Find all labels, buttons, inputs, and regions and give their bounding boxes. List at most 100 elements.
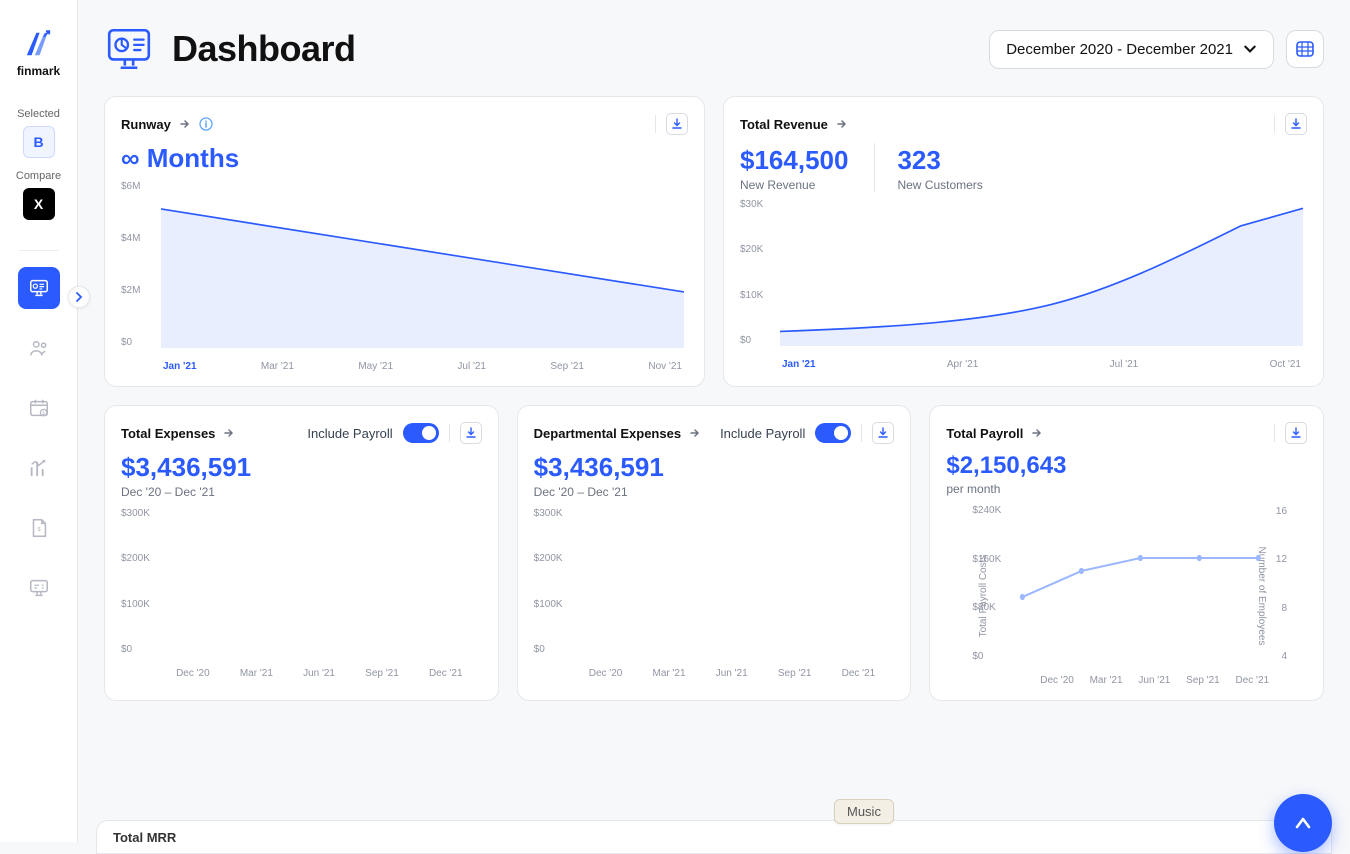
expenses-title-wrap[interactable]: Total Expenses (121, 426, 235, 441)
download-icon (671, 118, 683, 130)
sidebar-item-reports[interactable] (18, 447, 60, 489)
dept-title-wrap[interactable]: Departmental Expenses (534, 426, 701, 441)
sidebar-expand-button[interactable] (68, 286, 90, 308)
people-icon (28, 337, 50, 359)
page-header: Dashboard December 2020 - December 2021 (104, 24, 1324, 74)
include-payroll-toggle[interactable] (815, 423, 851, 443)
payroll-left-axis-title: Total Payroll Costs (978, 555, 989, 638)
sidebar-item-dashboard[interactable] (18, 267, 60, 309)
dept-chart: $300K $200K $100K $0 Dec '20 Mar '21 Jun… (534, 509, 895, 679)
expenses-y-axis: $300K $200K $100K $0 (121, 509, 150, 655)
runway-title-wrap[interactable]: Runway (121, 117, 213, 132)
sidebar-item-people[interactable] (18, 327, 60, 369)
sidebar-item-calendar[interactable]: $ (18, 387, 60, 429)
dashboard-monitor-icon (28, 277, 50, 299)
brand-name: finmark (17, 64, 60, 78)
download-icon (1290, 118, 1302, 130)
card-total-payroll: Total Payroll $2,150,643 per month $240K… (929, 405, 1324, 701)
revenue-kpi1-label: New Revenue (740, 178, 848, 192)
runway-title: Runway (121, 117, 171, 132)
scenario-compare-chip[interactable]: X (23, 188, 55, 220)
brand-logo: finmark (17, 28, 60, 78)
arrow-right-icon (1031, 427, 1043, 439)
payroll-title-wrap[interactable]: Total Payroll (946, 426, 1043, 441)
fab-button[interactable] (1274, 794, 1332, 852)
runway-line-icon (161, 182, 684, 348)
revenue-y-axis: $30K $20K $10K $0 (740, 200, 763, 346)
expenses-bars (161, 509, 478, 655)
calendar-grid-button[interactable] (1286, 30, 1324, 68)
date-range-button[interactable]: December 2020 - December 2021 (989, 30, 1274, 69)
sidebar-compare-label: Compare (16, 170, 61, 182)
download-button[interactable] (1285, 113, 1307, 135)
revenue-title-wrap[interactable]: Total Revenue (740, 117, 848, 132)
music-tooltip: Music (834, 799, 894, 824)
dept-x-axis: Dec '20 Mar '21 Jun '21 Sep '21 Dec '21 (574, 668, 891, 679)
download-button[interactable] (872, 422, 894, 444)
date-range-text: December 2020 - December 2021 (1006, 41, 1233, 58)
row-top: Runway ∞ Months $6M $4M $2M $0 (104, 96, 1324, 387)
scenario-selected-chip[interactable]: B (23, 126, 55, 158)
download-button[interactable] (460, 422, 482, 444)
expenses-title: Total Expenses (121, 426, 215, 441)
runway-y-axis: $6M $4M $2M $0 (121, 182, 140, 348)
expenses-subtitle: Dec '20 – Dec '21 (121, 485, 482, 499)
expenses-value: $3,436,591 (121, 452, 482, 483)
dept-title: Departmental Expenses (534, 426, 681, 441)
expenses-x-axis: Dec '20 Mar '21 Jun '21 Sep '21 Dec '21 (161, 668, 478, 679)
separator (861, 424, 862, 442)
revenue-x-axis: Jan '21 Apr '21 Jul '21 Oct '21 (780, 359, 1303, 370)
include-payroll-toggle[interactable] (403, 423, 439, 443)
payroll-x-axis: Dec '20 Mar '21 Jun '21 Sep '21 Dec '21 (1032, 675, 1277, 686)
revenue-chart: $30K $20K $10K $0 Jan '21 Apr '21 Jul '2… (740, 200, 1307, 370)
download-icon (877, 427, 889, 439)
chevron-down-icon (1243, 42, 1257, 56)
separator (449, 424, 450, 442)
sidebar: finmark Selected B Compare X $ $ (0, 0, 78, 842)
title-area: Dashboard (104, 24, 356, 74)
download-icon (1290, 427, 1302, 439)
svg-text:$: $ (37, 527, 40, 533)
card-total-expenses: Total Expenses Include Payroll $3,436,59… (104, 405, 499, 701)
separator (655, 115, 656, 133)
dashboard-title-icon (104, 24, 154, 74)
card-runway: Runway ∞ Months $6M $4M $2M $0 (104, 96, 705, 387)
card-peek-next[interactable]: Total MRR (96, 820, 1332, 854)
expenses-toggle-label: Include Payroll (307, 426, 392, 441)
runway-x-axis: Jan '21 Mar '21 May '21 Jul '21 Sep '21 … (161, 361, 684, 372)
card-total-revenue: Total Revenue $164,500 New Revenue 323 (723, 96, 1324, 387)
download-button[interactable] (1285, 422, 1307, 444)
brand-mark-icon (22, 28, 54, 60)
row-bottom: Total Expenses Include Payroll $3,436,59… (104, 405, 1324, 701)
download-button[interactable] (666, 113, 688, 135)
revenue-title: Total Revenue (740, 117, 828, 132)
payroll-title: Total Payroll (946, 426, 1023, 441)
dept-subtitle: Dec '20 – Dec '21 (534, 485, 895, 499)
payroll-chart: $240K $160K $80K $0 16 12 8 4 Total Payr… (946, 506, 1307, 686)
music-tooltip-label: Music (847, 804, 881, 819)
dept-value: $3,436,591 (534, 452, 895, 483)
page-title: Dashboard (172, 28, 356, 70)
main-content: Dashboard December 2020 - December 2021 … (78, 0, 1350, 842)
arrow-right-icon (179, 118, 191, 130)
chevron-right-icon (74, 292, 84, 302)
sidebar-divider (19, 250, 59, 251)
peek-title: Total MRR (113, 830, 176, 845)
download-icon (465, 427, 477, 439)
runway-value: ∞ Months (121, 143, 688, 174)
card-departmental-expenses: Departmental Expenses Include Payroll $3… (517, 405, 912, 701)
invoice-icon: $ (28, 517, 50, 539)
sidebar-item-docs[interactable]: $ (18, 507, 60, 549)
sidebar-item-screen[interactable] (18, 567, 60, 609)
payroll-y-right: 16 12 8 4 (1276, 506, 1287, 662)
sidebar-nav: $ $ (18, 267, 60, 609)
info-icon[interactable] (199, 117, 213, 131)
screen-settings-icon (28, 577, 50, 599)
separator (1274, 115, 1275, 133)
revenue-kpi2-value: 323 (897, 145, 982, 176)
payroll-subtitle: per month (946, 482, 1307, 496)
dept-bars (574, 509, 891, 655)
arrow-right-icon (689, 427, 701, 439)
bar-chart-icon (28, 457, 50, 479)
payroll-employee-line-icon (1014, 506, 1267, 662)
